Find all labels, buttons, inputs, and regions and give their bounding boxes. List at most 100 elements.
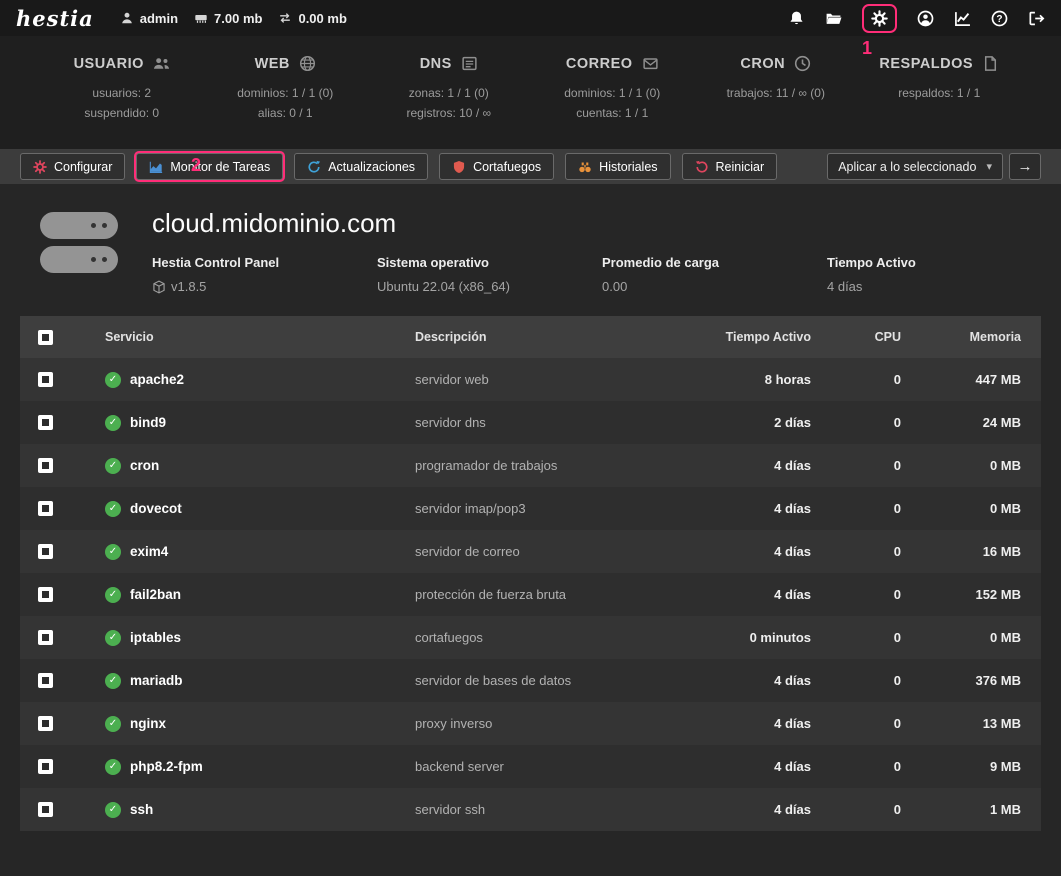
row-checkbox[interactable] [38, 501, 53, 516]
service-description: servidor imap/pop3 [415, 501, 681, 516]
status-running-icon: ✓ [105, 630, 121, 646]
service-name[interactable]: php8.2-fpm [130, 759, 203, 774]
notifications-button[interactable] [788, 10, 805, 27]
stats-web-link[interactable]: WEB [204, 55, 368, 72]
arrow-right-icon: → [1018, 158, 1033, 175]
bell-icon [788, 10, 805, 27]
configure-button[interactable]: Configurar [20, 153, 125, 180]
status-running-icon: ✓ [105, 759, 121, 775]
service-name[interactable]: nginx [130, 716, 166, 731]
status-running-icon: ✓ [105, 587, 121, 603]
clock-icon [794, 55, 811, 72]
task-monitor-button[interactable]: Monitor de Tareas [136, 153, 283, 180]
service-name[interactable]: fail2ban [130, 587, 181, 602]
row-checkbox[interactable] [38, 415, 53, 430]
users-icon [153, 55, 170, 72]
row-checkbox[interactable] [38, 630, 53, 645]
topbar-memory-value: 7.00 mb [214, 11, 262, 26]
backup-file-icon [982, 55, 999, 72]
service-memory: 1 MB [921, 802, 1041, 817]
table-row: ✓ php8.2-fpm backend server 4 días 0 9 M… [20, 745, 1041, 788]
service-name[interactable]: ssh [130, 802, 153, 817]
stats-correo-label: CORREO [566, 56, 633, 72]
service-description: servidor de correo [415, 544, 681, 559]
account-button[interactable] [917, 10, 934, 27]
stats-respaldos-link[interactable]: RESPALDOS [858, 55, 1022, 72]
row-checkbox[interactable] [38, 544, 53, 559]
gear-icon [33, 160, 47, 174]
row-checkbox[interactable] [38, 673, 53, 688]
table-row: ✓ cron programador de trabajos 4 días 0 … [20, 444, 1041, 487]
status-running-icon: ✓ [105, 544, 121, 560]
server-hostname: cloud.midominio.com [152, 208, 1041, 239]
service-name[interactable]: bind9 [130, 415, 166, 430]
stats-usuario-link[interactable]: USUARIO [40, 55, 204, 72]
row-checkbox[interactable] [38, 587, 53, 602]
stat-line: alias: 0 / 1 [204, 103, 368, 123]
stats-dns-link[interactable]: DNS [367, 55, 531, 72]
task-monitor-label: Monitor de Tareas [170, 160, 270, 174]
row-checkbox[interactable] [38, 372, 53, 387]
service-uptime: 4 días [681, 501, 831, 516]
statistics-button[interactable] [954, 10, 971, 27]
topbar-username: admin [140, 11, 178, 26]
header-cpu: CPU [831, 330, 921, 344]
topbar-user[interactable]: admin [120, 11, 178, 26]
logout-icon [1028, 10, 1045, 27]
apply-selected-dropdown[interactable]: Aplicar a lo seleccionado ▾ [827, 153, 1003, 180]
stats-correo-link[interactable]: CORREO [531, 55, 695, 72]
status-running-icon: ✓ [105, 673, 121, 689]
stats-respaldos: RESPALDOS respaldos: 1 / 1 [858, 55, 1022, 123]
service-uptime: 0 minutos [681, 630, 831, 645]
row-checkbox[interactable] [38, 802, 53, 817]
status-running-icon: ✓ [105, 415, 121, 431]
uptime-label: Tiempo Activo [827, 255, 1041, 270]
annotation-highlight-gear [862, 4, 897, 33]
stats-usuario-label: USUARIO [74, 56, 144, 72]
service-uptime: 4 días [681, 458, 831, 473]
os-label: Sistema operativo [377, 255, 602, 270]
firewall-button[interactable]: Cortafuegos [439, 153, 554, 180]
service-name[interactable]: iptables [130, 630, 181, 645]
logout-button[interactable] [1028, 10, 1045, 27]
apply-go-button[interactable]: → [1009, 153, 1041, 180]
service-uptime: 4 días [681, 802, 831, 817]
service-name[interactable]: apache2 [130, 372, 184, 387]
row-checkbox[interactable] [38, 716, 53, 731]
stat-line: suspendido: 0 [40, 103, 204, 123]
person-circle-icon [917, 10, 934, 27]
service-uptime: 4 días [681, 716, 831, 731]
topbar: hestia admin 7.00 mb 0.00 mb ? [0, 0, 1061, 36]
status-running-icon: ✓ [105, 458, 121, 474]
stats-cron-link[interactable]: CRON [694, 55, 858, 72]
logs-button[interactable]: Historiales [565, 153, 670, 180]
service-name[interactable]: dovecot [130, 501, 182, 516]
service-description: cortafuegos [415, 630, 681, 645]
topbar-memory[interactable]: 7.00 mb [194, 11, 262, 26]
hestia-logo[interactable]: hestia [16, 6, 94, 31]
help-button[interactable]: ? [991, 10, 1008, 27]
select-all-checkbox[interactable] [38, 330, 53, 345]
table-row: ✓ bind9 servidor dns 2 días 0 24 MB [20, 401, 1041, 444]
file-manager-button[interactable] [825, 10, 842, 27]
header-uptime: Tiempo Activo [681, 330, 831, 344]
service-cpu: 0 [831, 759, 921, 774]
updates-button[interactable]: Actualizaciones [294, 153, 428, 180]
svg-text:?: ? [996, 14, 1002, 25]
stats-respaldos-label: RESPALDOS [879, 56, 973, 72]
restart-button[interactable]: Reiniciar [682, 153, 778, 180]
row-checkbox[interactable] [38, 458, 53, 473]
service-cpu: 0 [831, 372, 921, 387]
firewall-label: Cortafuegos [473, 160, 541, 174]
load-label: Promedio de carga [602, 255, 827, 270]
row-checkbox[interactable] [38, 759, 53, 774]
service-name[interactable]: cron [130, 458, 159, 473]
server-settings-button[interactable] [871, 10, 888, 27]
topbar-bandwidth[interactable]: 0.00 mb [278, 11, 346, 26]
service-name[interactable]: exim4 [130, 544, 168, 559]
service-name[interactable]: mariadb [130, 673, 183, 688]
service-memory: 9 MB [921, 759, 1041, 774]
service-memory: 376 MB [921, 673, 1041, 688]
stats-usuario: USUARIO usuarios: 2 suspendido: 0 [40, 55, 204, 123]
service-description: servidor web [415, 372, 681, 387]
